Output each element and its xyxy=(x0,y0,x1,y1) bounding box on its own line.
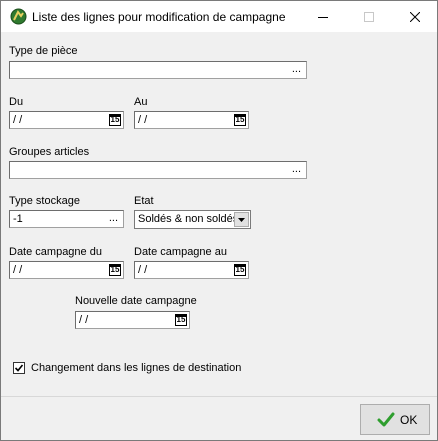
date-campagne-du-label: Date campagne du xyxy=(9,246,102,258)
etat-value: Soldés & non soldés xyxy=(138,213,239,225)
type-stockage-field[interactable]: -1 ... xyxy=(9,210,124,228)
calendar-icon[interactable]: 15 xyxy=(234,264,246,276)
calendar-icon[interactable]: 15 xyxy=(175,314,187,326)
minimize-button[interactable] xyxy=(300,1,345,32)
date-campagne-du-field[interactable]: / / 15 xyxy=(9,261,124,279)
groupes-articles-field[interactable]: ... xyxy=(9,161,307,179)
calendar-icon[interactable]: 15 xyxy=(109,114,121,126)
minimize-icon xyxy=(317,16,328,18)
close-icon xyxy=(409,11,420,22)
maximize-button[interactable] xyxy=(346,1,391,32)
dropdown-button[interactable] xyxy=(234,212,249,227)
du-date-field[interactable]: / / 15 xyxy=(9,111,124,129)
changement-label[interactable]: Changement dans les lignes de destinatio… xyxy=(31,362,241,374)
calendar-icon[interactable]: 15 xyxy=(109,264,121,276)
du-label: Du xyxy=(9,96,24,108)
type-stockage-label: Type stockage xyxy=(9,195,80,207)
au-label: Au xyxy=(134,96,148,108)
au-date-field[interactable]: / / 15 xyxy=(134,111,249,129)
nouvelle-date-campagne-value: / / xyxy=(79,314,89,326)
type-piece-lookup-button[interactable]: ... xyxy=(292,63,301,75)
date-campagne-au-value: / / xyxy=(138,264,148,276)
window-title: Liste des lignes pour modification de ca… xyxy=(32,10,286,24)
groupes-articles-lookup-button[interactable]: ... xyxy=(292,163,301,175)
groupes-articles-label: Groupes articles xyxy=(9,146,90,158)
checkmark-icon xyxy=(377,412,395,426)
du-date-value: / / xyxy=(13,114,23,126)
nouvelle-date-campagne-label: Nouvelle date campagne xyxy=(75,295,197,307)
changement-checkbox[interactable] xyxy=(13,362,25,374)
maximize-icon xyxy=(363,11,374,22)
calendar-icon[interactable]: 15 xyxy=(234,114,246,126)
etat-select[interactable]: Soldés & non soldés xyxy=(134,210,251,229)
date-campagne-au-label: Date campagne au xyxy=(134,246,227,258)
type-piece-label: Type de pièce xyxy=(9,45,78,57)
type-piece-field[interactable]: ... xyxy=(9,61,307,79)
date-campagne-au-field[interactable]: / / 15 xyxy=(134,261,249,279)
dialog-window: Liste des lignes pour modification de ca… xyxy=(0,0,438,441)
title-bar: Liste des lignes pour modification de ca… xyxy=(1,1,437,32)
type-stockage-lookup-button[interactable]: ... xyxy=(109,212,118,224)
footer-divider xyxy=(1,396,437,397)
app-icon xyxy=(10,8,27,25)
ok-button-label: OK xyxy=(400,412,418,427)
type-stockage-value: -1 xyxy=(13,213,23,225)
checkmark-icon xyxy=(14,364,24,372)
chevron-down-icon xyxy=(238,217,245,222)
ok-button[interactable]: OK xyxy=(360,404,430,435)
date-campagne-du-value: / / xyxy=(13,264,23,276)
au-date-value: / / xyxy=(138,114,148,126)
etat-label: Etat xyxy=(134,195,154,207)
nouvelle-date-campagne-field[interactable]: / / 15 xyxy=(75,311,190,329)
close-button[interactable] xyxy=(392,1,437,32)
